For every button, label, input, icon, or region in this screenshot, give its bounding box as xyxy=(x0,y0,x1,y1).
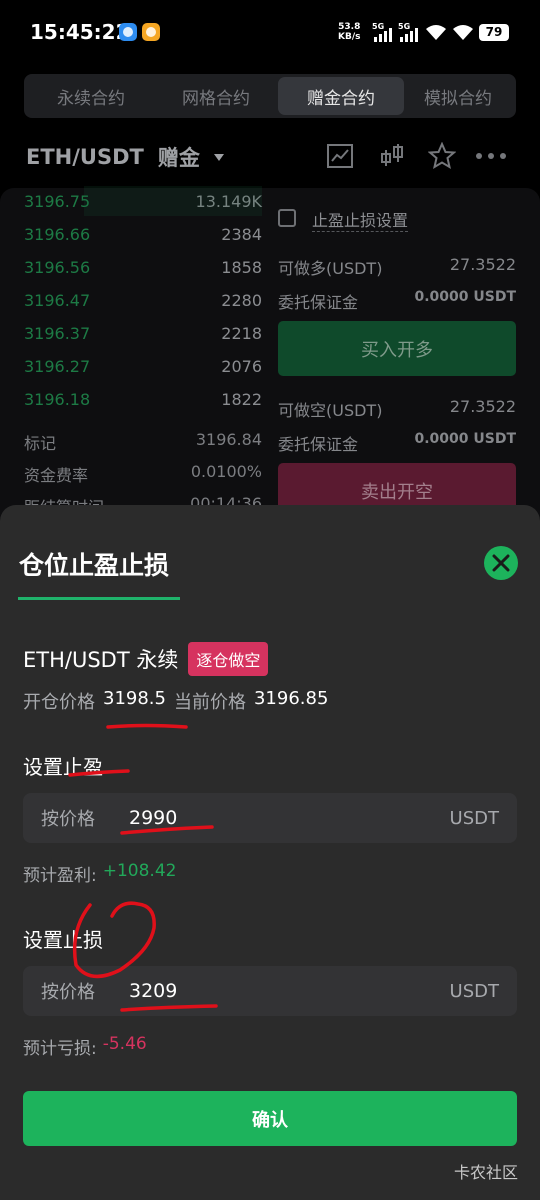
weibo-notification-icon xyxy=(142,23,160,41)
position-badge: 逐仓做空 xyxy=(188,642,269,676)
current-price-value: 3196.85 xyxy=(253,688,329,709)
tab-grid[interactable]: 网格合约 xyxy=(154,77,278,115)
tab-demo[interactable]: 模拟合约 xyxy=(404,77,512,115)
funding-rate-row: 资金费率 0.0100% xyxy=(24,462,262,485)
wifi-icon xyxy=(426,25,446,40)
tab-perpetual[interactable]: 永续合约 xyxy=(28,77,154,115)
status-bar: 15:45:22 53.8 KB/s 5G 5G 79 xyxy=(0,0,540,66)
star-icon[interactable] xyxy=(428,142,456,170)
tpsl-bottom-sheet: 仓位止盈止损 ETH/USDT 永续 逐仓做空 开仓价格 3198.5 当前价格… xyxy=(0,505,540,1200)
signal-icon-sim1: 5G xyxy=(372,22,394,42)
stop-loss-input[interactable]: 按价格 3209 USDT xyxy=(23,966,517,1016)
contract-type-tabs: 永续合约 网格合约 赠金合约 模拟合约 xyxy=(24,74,516,118)
estimated-profit: 预计盈利: +108.42 xyxy=(23,861,177,886)
chevron-down-icon xyxy=(213,153,224,161)
open-price-label: 开仓价格 xyxy=(23,692,95,713)
candlestick-icon[interactable] xyxy=(378,142,406,170)
take-profit-prefix: 按价格 xyxy=(41,809,95,830)
orderbook-row[interactable]: 3196.56 1858 xyxy=(24,252,262,282)
orderbook-qty: 2384 xyxy=(221,224,262,244)
app-notification-icon xyxy=(119,23,137,41)
watermark: 卡农社区 xyxy=(453,1163,518,1182)
mark-price-row: 标记 3196.84 xyxy=(24,430,262,453)
network-speed: 53.8 KB/s xyxy=(338,22,361,42)
sheet-title: 仓位止盈止损 xyxy=(19,551,170,580)
close-icon xyxy=(492,554,510,572)
orderbook-qty: 1822 xyxy=(221,389,262,409)
pair-mode: 赠金 xyxy=(157,146,200,170)
chart-icon[interactable] xyxy=(326,142,354,170)
orderbook-price: 3196.27 xyxy=(24,356,91,376)
take-profit-label: 设置止盈 xyxy=(23,755,103,779)
orderbook-price: 3196.37 xyxy=(24,323,91,343)
title-underline xyxy=(18,597,180,600)
orderbook-row[interactable]: 3196.75 13.149K xyxy=(24,186,262,216)
stop-loss-unit: USDT xyxy=(449,980,499,1002)
price-line: 开仓价格 3198.5 当前价格 3196.85 xyxy=(23,688,328,714)
orderbook-qty: 2076 xyxy=(221,356,262,376)
orderbook-row[interactable]: 3196.18 1822 xyxy=(24,384,262,414)
buy-long-button[interactable]: 买入开多 xyxy=(278,321,516,376)
position-symbol: ETH/USDT 永续 xyxy=(23,648,179,672)
pair-selector[interactable]: ETH/USDT 赠金 xyxy=(26,142,224,172)
orderbook-row[interactable]: 3196.37 2218 xyxy=(24,318,262,348)
orderbook-row[interactable]: 3196.47 2280 xyxy=(24,285,262,315)
stop-loss-label: 设置止损 xyxy=(23,928,103,952)
wifi-icon xyxy=(453,25,473,40)
signal-icon-sim2: 5G xyxy=(398,22,420,42)
short-available-row: 可做空(USDT) 27.3522 xyxy=(278,397,516,420)
position-info: ETH/USDT 永续 逐仓做空 xyxy=(23,642,269,676)
orderbook-row[interactable]: 3196.66 2384 xyxy=(24,219,262,249)
tab-bonus[interactable]: 赠金合约 xyxy=(278,77,404,115)
tpsl-setting-label[interactable]: 止盈止损设置 xyxy=(312,207,409,232)
more-icon[interactable] xyxy=(474,142,508,170)
orderbook-price: 3196.66 xyxy=(24,224,91,244)
orderbook-qty: 1858 xyxy=(221,257,262,277)
pair-name: ETH/USDT xyxy=(26,145,144,169)
orderbook-qty: 2280 xyxy=(221,290,262,310)
take-profit-input[interactable]: 按价格 2990 USDT xyxy=(23,793,517,843)
orderbook-price: 3196.18 xyxy=(24,389,91,409)
take-profit-unit: USDT xyxy=(449,807,499,829)
close-button[interactable] xyxy=(484,546,518,580)
open-price-value: 3198.5 xyxy=(103,688,166,709)
long-available-row: 可做多(USDT) 27.3522 xyxy=(278,255,516,278)
status-time: 15:45:22 xyxy=(30,20,130,44)
orderbook-row[interactable]: 3196.27 2076 xyxy=(24,351,262,381)
orderbook-price: 3196.47 xyxy=(24,290,91,310)
orderbook-qty: 2218 xyxy=(221,323,262,343)
long-margin-row: 委托保证金 0.0000 USDT xyxy=(278,289,516,312)
confirm-button[interactable]: 确认 xyxy=(23,1091,517,1146)
orderbook-price: 3196.56 xyxy=(24,257,91,277)
current-price-label: 当前价格 xyxy=(173,692,246,713)
stop-loss-value[interactable]: 3209 xyxy=(129,980,177,1002)
tpsl-checkbox[interactable] xyxy=(278,209,296,227)
take-profit-value[interactable]: 2990 xyxy=(129,807,177,829)
battery-icon: 79 xyxy=(479,24,509,41)
estimated-loss: 预计亏损: -5.46 xyxy=(23,1034,147,1059)
stop-loss-prefix: 按价格 xyxy=(41,982,95,1003)
short-margin-row: 委托保证金 0.0000 USDT xyxy=(278,431,516,454)
orderbook-price: 3196.75 xyxy=(24,191,91,211)
